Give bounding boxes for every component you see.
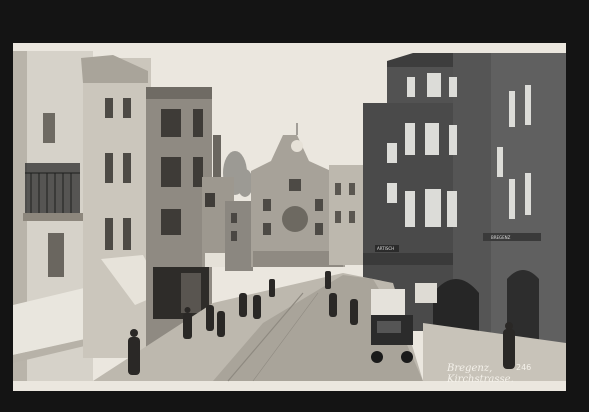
postcard-caption: Bregenz, Kirchstrasse. — [447, 363, 514, 385]
shop-sign-right: BREGENZ — [491, 235, 511, 240]
postcard: ARTISCH BREGENZ Bregenz, Kirchstrasse. 2… — [13, 43, 566, 391]
postcard-frame: ARTISCH BREGENZ Bregenz, Kirchstrasse. 2… — [0, 0, 589, 412]
street-photo — [13, 43, 566, 391]
caption-street: Kirchstrasse. — [447, 374, 514, 385]
caption-town: Bregenz, — [447, 363, 493, 374]
card-number: 246 — [516, 363, 532, 372]
shop-sign-left: ARTISCH — [377, 246, 395, 251]
